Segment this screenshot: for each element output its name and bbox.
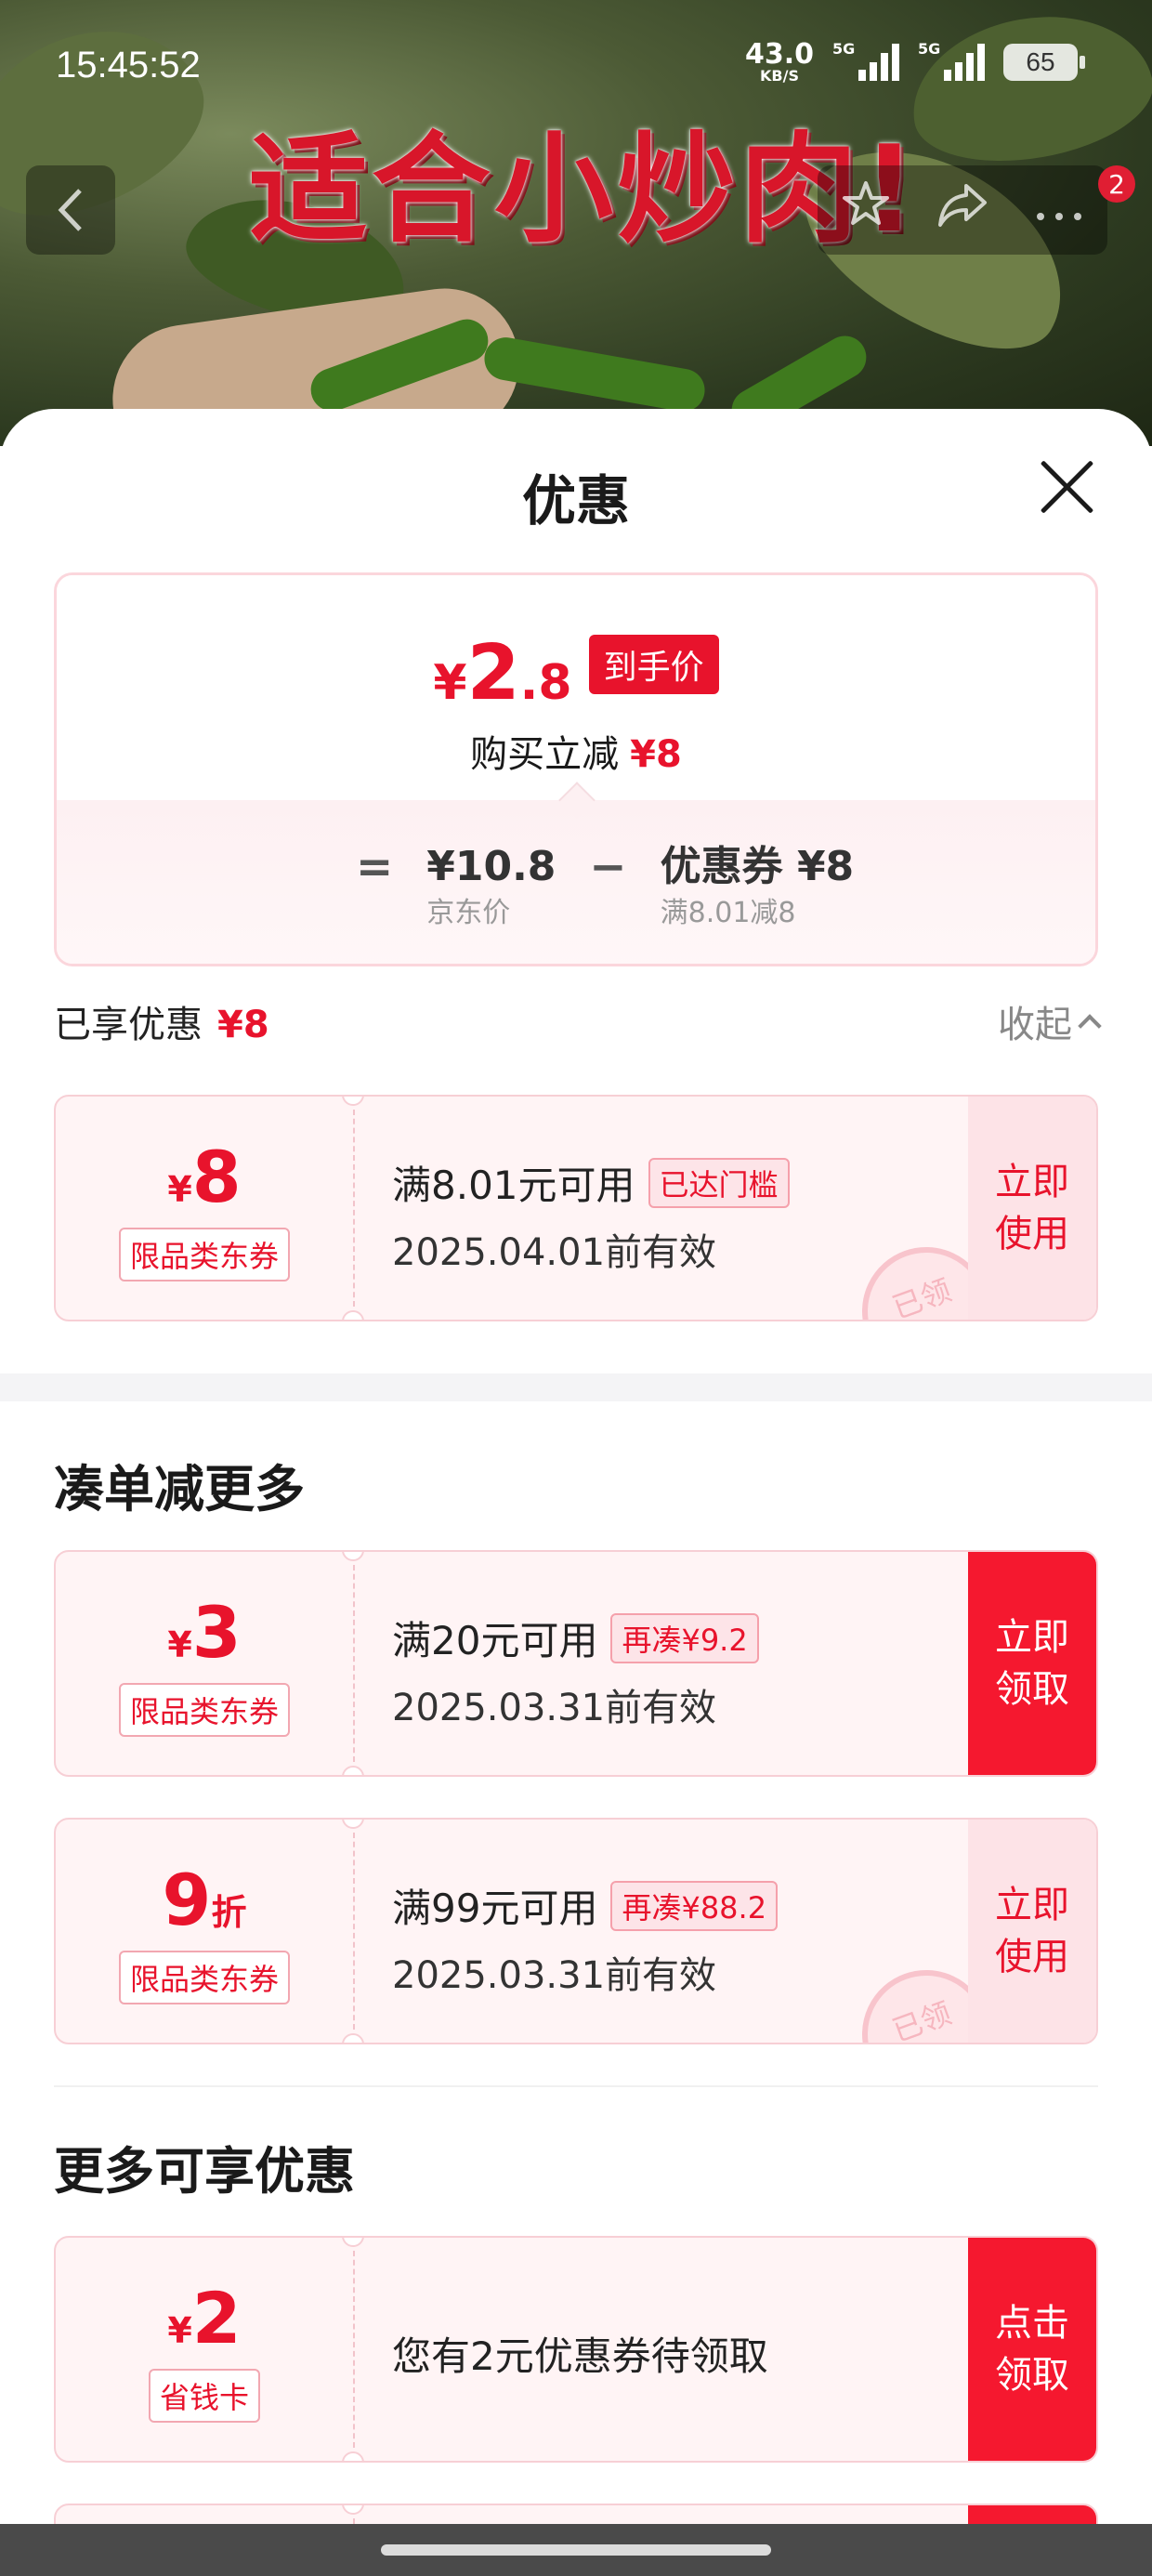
share-button[interactable] [921, 178, 1004, 243]
share-icon [938, 183, 987, 227]
coupon-type: 限品类东券 [118, 1950, 290, 2004]
equals-sign: = [356, 841, 394, 893]
coupon-condition: 满8.01元可用 [392, 1163, 635, 1208]
top-actions [818, 165, 1107, 255]
coupon-unit: 折 [211, 1891, 247, 1933]
use-now-button[interactable]: 立即 使用 [968, 1820, 1096, 2043]
status-time: 15:45:52 [56, 45, 201, 85]
price-integer: 2 [466, 629, 520, 717]
section-title-more: 凑单减更多 [54, 1460, 305, 1518]
favorite-button[interactable] [824, 178, 908, 243]
jd-price-label: 京东价 [426, 897, 511, 929]
reduce-value: ¥8 [630, 733, 682, 776]
more-button[interactable] [1017, 182, 1101, 238]
coupon-status-pill: 再凑¥88.2 [610, 1880, 779, 1931]
price-formula: = ¥10.8 京东价 − 优惠券 ¥8 满8.01减8 [57, 800, 1095, 964]
enjoyed-label: 已享优惠 [54, 1004, 203, 1046]
reduce-label: 购买立减 [470, 733, 620, 776]
coupon-description: 您有2元优惠券待领取 [392, 2333, 768, 2379]
coupon-amount-value: 9 [162, 1858, 212, 1941]
minus-sign: − [589, 841, 627, 893]
divider-line [54, 2085, 1098, 2087]
star-icon [843, 180, 889, 225]
network-speed-value: 43.0 [744, 38, 814, 71]
home-indicator[interactable] [381, 2544, 771, 2556]
coupon-validity: 2025.03.31前有效 [392, 1687, 717, 1729]
coupon-amount: ¥2 [167, 2277, 241, 2359]
signal-icon-2: 5G [918, 40, 985, 81]
claim-now-button[interactable]: 立即 领取 [968, 1552, 1096, 1775]
coupon-amount-value: 2 [191, 2276, 242, 2359]
sheet-title: 优惠 [521, 469, 630, 532]
coupon-status-pill: 已达门槛 [648, 1157, 790, 1208]
section-title-extra: 更多可享优惠 [54, 2142, 355, 2201]
coupon-amount: 9折 [163, 1859, 247, 1941]
coupon-amount: ¥8 [167, 1136, 241, 1218]
coupon-deduction-rule: 满8.01减8 [660, 897, 796, 929]
discount-sheet: 优惠 ¥ 2 .8 到手价 购买立减 ¥8 = ¥10.8 京东价 − 优惠券 … [0, 409, 1152, 2576]
coupon-status-pill: 再凑¥9.2 [610, 1612, 759, 1663]
instant-reduction: 购买立减 ¥8 [57, 724, 1095, 778]
coupon-condition: 满20元可用 [392, 1618, 598, 1663]
coupon-type: 限品类东券 [118, 1227, 290, 1281]
more-icon [1037, 213, 1081, 220]
coupon-card: 9折 限品类东券 满99元可用 再凑¥88.2 2025.03.31前有效 已领… [54, 1818, 1098, 2044]
use-now-button[interactable]: 立即 使用 [968, 1097, 1096, 1320]
back-button[interactable] [26, 165, 115, 255]
coupon-deduction: 优惠券 ¥8 [660, 843, 855, 890]
coupon-yen: ¥ [167, 1623, 192, 1665]
network-speed-unit: KB/S [760, 67, 799, 85]
coupon-validity: 2025.04.01前有效 [392, 1231, 717, 1274]
notification-badge: 2 [1098, 165, 1135, 203]
close-button[interactable] [1037, 457, 1096, 517]
claim-button[interactable]: 点击 领取 [968, 2238, 1096, 2461]
status-indicators: 43.0 KB/S 5G 5G 65 [745, 40, 1085, 84]
coupon-card: ¥3 限品类东券 满20元可用 再凑¥9.2 2025.03.31前有效 立即领… [54, 1550, 1098, 1777]
coupon-type: 限品类东券 [118, 1682, 290, 1737]
coupon-yen: ¥ [167, 1168, 192, 1210]
chevron-up-icon [1078, 1014, 1102, 1038]
signal-icon: 5G [832, 40, 899, 81]
coupon-condition: 满99元可用 [392, 1886, 598, 1931]
coupon-amount-value: 8 [191, 1135, 242, 1218]
battery-icon: 65 [1003, 44, 1085, 81]
final-price-tag: 到手价 [588, 634, 719, 694]
collapse-label: 收起 [998, 1004, 1072, 1046]
coupon-card: ¥2 省钱卡 您有2元优惠券待领取 点击 领取 [54, 2236, 1098, 2463]
network-speed: 43.0 KB/S [745, 41, 814, 84]
price-yen: ¥ [433, 655, 467, 711]
coupon-type: 省钱卡 [148, 2368, 260, 2423]
system-nav-bar [0, 2524, 1152, 2576]
price-summary-card: ¥ 2 .8 到手价 购买立减 ¥8 = ¥10.8 京东价 − 优惠券 ¥8 满… [54, 572, 1098, 966]
enjoyed-value: ¥8 [217, 1004, 269, 1046]
coupon-amount: ¥3 [167, 1591, 241, 1674]
signal-tag-2: 5G [918, 40, 941, 58]
coupon-card: ¥8 限品类东券 满8.01元可用 已达门槛 2025.04.01前有效 已领 … [54, 1095, 1098, 1321]
coupon-yen: ¥ [167, 2309, 192, 2351]
collapse-button[interactable]: 收起 [998, 994, 1102, 1048]
chevron-left-icon [58, 189, 82, 231]
signal-tag: 5G [832, 40, 856, 58]
coupon-validity: 2025.03.31前有效 [392, 1954, 717, 1997]
price-decimal: .8 [519, 655, 572, 711]
jd-price: ¥10.8 [426, 843, 556, 890]
section-divider [0, 1373, 1152, 1401]
final-price: ¥ 2 .8 到手价 [57, 629, 1095, 717]
coupon-amount-value: 3 [191, 1590, 242, 1674]
enjoyed-discount: 已享优惠 ¥8 [54, 994, 269, 1048]
